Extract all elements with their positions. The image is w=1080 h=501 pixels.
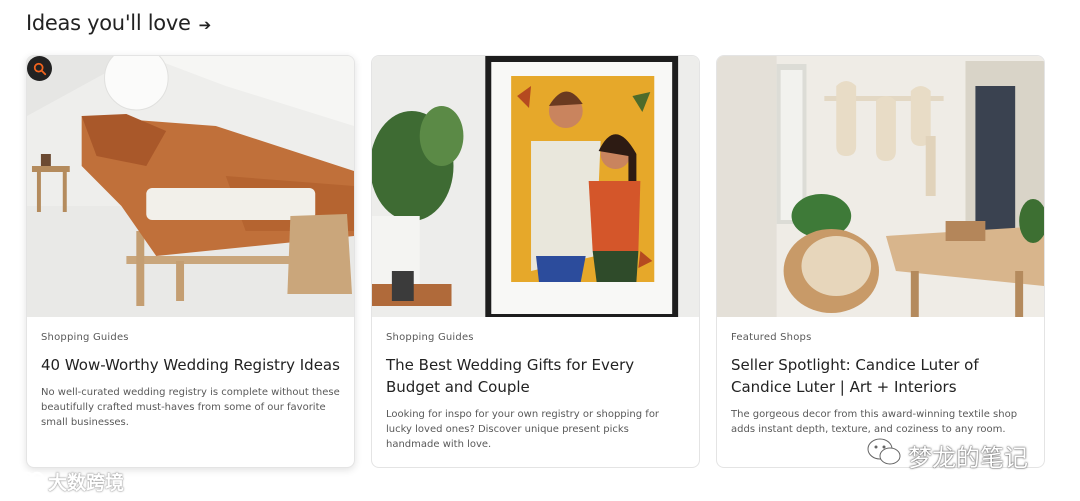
watermark-left: 大数跨境: [9, 468, 125, 495]
card-title[interactable]: Seller Spotlight: Candice Luter of Candi…: [731, 354, 1030, 398]
watermark-right: 梦龙的笔记: [866, 437, 1028, 473]
card-description: The gorgeous decor from this award-winni…: [731, 409, 1018, 435]
card-wedding-registry[interactable]: Shopping Guides 40 Wow-Worthy Wedding Re…: [26, 55, 355, 468]
card-description: No well-curated wedding registry is comp…: [41, 387, 340, 428]
visual-search-button[interactable]: [27, 56, 53, 82]
card-image-bedroom: [27, 56, 354, 317]
card-seller-spotlight[interactable]: Featured Shops Seller Spotlight: Candice…: [716, 55, 1045, 468]
card-category: Shopping Guides: [41, 332, 129, 343]
section-header[interactable]: Ideas you'll love ➔: [26, 11, 211, 35]
card-wedding-gifts[interactable]: Shopping Guides The Best Wedding Gifts f…: [371, 55, 700, 468]
watermark-right-text: 梦龙的笔记: [908, 443, 1028, 472]
card-category: Featured Shops: [731, 332, 812, 343]
wechat-icon: [866, 437, 902, 473]
logo-icon: [9, 468, 45, 495]
card-title[interactable]: The Best Wedding Gifts for Every Budget …: [386, 354, 685, 398]
card-image-interior: [717, 56, 1044, 317]
card-title[interactable]: 40 Wow-Worthy Wedding Registry Ideas: [41, 354, 340, 376]
magnifier-icon[interactable]: [27, 56, 52, 81]
watermark-left-text: 大数跨境: [48, 472, 125, 494]
section-title[interactable]: Ideas you'll love: [26, 11, 191, 35]
card-description: Looking for inspo for your own registry …: [386, 409, 660, 450]
card-image-couple-portrait: [372, 56, 699, 317]
card-category: Shopping Guides: [386, 332, 474, 343]
arrow-right-icon[interactable]: ➔: [199, 16, 212, 34]
